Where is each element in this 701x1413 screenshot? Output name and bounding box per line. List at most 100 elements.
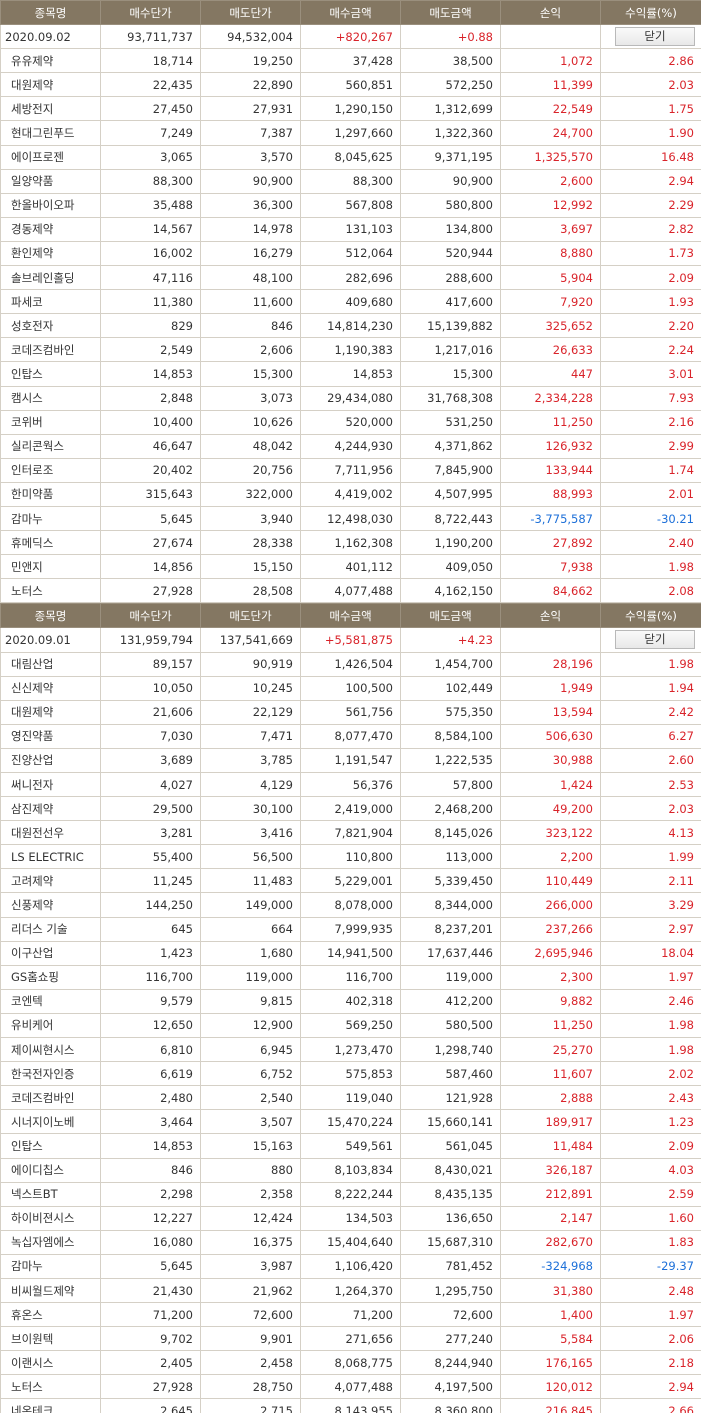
table-row[interactable]: 코위버 10,400 10,626 520,000 531,250 11,250 2.16	[0, 409, 701, 435]
sell-price: 11,600	[200, 289, 301, 315]
table-row[interactable]: 비씨월드제약 21,430 21,962 1,264,370 1,295,750 31,3…	[0, 1277, 701, 1304]
table-row[interactable]: 대원제약 22,435 22,890 560,851 572,250 11,399 2.03	[0, 72, 701, 98]
table-row[interactable]: 유비케어 12,650 12,900 569,250 580,500 11,250 1.98	[0, 1012, 701, 1039]
table-row[interactable]: 네온테크 2,645 2,715 8,143,955 8,360,800 216,845 2…	[0, 1398, 701, 1413]
close-button[interactable]: 닫기	[615, 27, 695, 47]
table-row[interactable]: 경동제약 14,567 14,978 131,103 134,800 3,697 2.82	[0, 216, 701, 242]
table-row[interactable]: 노터스 27,928 28,750 4,077,488 4,197,500 120,012…	[0, 1374, 701, 1400]
table-row[interactable]: 성호전자 829 846 14,814,230 15,139,882 325,652 2.2…	[0, 313, 701, 339]
table-row[interactable]: 제이씨현시스 6,810 6,945 1,273,470 1,298,740 25,270…	[0, 1037, 701, 1063]
column-header: 손익	[500, 0, 601, 26]
table-row[interactable]: 휴온스 71,200 72,600 71,200 72,600 1,400 1.97	[0, 1302, 701, 1328]
stock-name: 녹십자엠에스	[0, 1229, 101, 1255]
profit-loss: 1,424	[500, 771, 601, 798]
sell-amount: 412,200	[400, 988, 501, 1014]
table-row[interactable]: 노터스 27,928 28,508 4,077,488 4,162,150 84,662 2…	[0, 578, 701, 604]
sell-price: 322,000	[200, 481, 301, 507]
table-row[interactable]: 유유제약 18,714 19,250 37,428 38,500 1,072 2.86	[0, 48, 701, 74]
table-row[interactable]: 영진약품 7,030 7,471 8,077,470 8,584,100 506,630 6…	[0, 723, 701, 749]
buy-price: 12,227	[100, 1205, 201, 1231]
table-row[interactable]: 대원전선우 3,281 3,416 7,821,904 8,145,026 323,122…	[0, 820, 701, 846]
stock-name: 휴메딕스	[0, 530, 101, 556]
table-row[interactable]: 감마누 5,645 3,987 1,106,420 781,452 -324,968 -29…	[0, 1253, 701, 1279]
return-rate: 16.48	[600, 144, 701, 170]
table-row[interactable]: 인탑스 14,853 15,300 14,853 15,300 447 3.01	[0, 361, 701, 387]
sell-price: 16,375	[200, 1229, 301, 1255]
sell-amount: 4,507,995	[400, 481, 501, 507]
table-row[interactable]: 녹십자엠에스 16,080 16,375 15,404,640 15,687,310 28…	[0, 1229, 701, 1255]
buy-amount: 1,297,660	[300, 120, 401, 146]
table-row[interactable]: 코데즈컴바인 2,549 2,606 1,190,383 1,217,016 26,633…	[0, 337, 701, 363]
buy-amount: 2,419,000	[300, 796, 401, 822]
table-row[interactable]: 삼진제약 29,500 30,100 2,419,000 2,468,200 49,200…	[0, 796, 701, 822]
table-row[interactable]: 코엔텍 9,579 9,815 402,318 412,200 9,882 2.46	[0, 988, 701, 1014]
profit-loss: 84,662	[500, 578, 601, 604]
table-row[interactable]: 신풍제약 144,250 149,000 8,078,000 8,344,000 266,…	[0, 892, 701, 918]
table-row[interactable]: 파세코 11,380 11,600 409,680 417,600 7,920 1.93	[0, 289, 701, 315]
table-row[interactable]: 에이프로젠 3,065 3,570 8,045,625 9,371,195 1,325,5…	[0, 144, 701, 170]
sell-price: 12,900	[200, 1012, 301, 1039]
table-row[interactable]: 브이원텍 9,702 9,901 271,656 277,240 5,584 2.06	[0, 1326, 701, 1352]
profit-loss: 24,700	[500, 120, 601, 146]
stock-name: 코위버	[0, 409, 101, 435]
buy-price: 116,700	[100, 964, 201, 990]
sell-price: 16,279	[200, 240, 301, 267]
return-rate: 1.98	[600, 554, 701, 580]
sell-amount: 572,250	[400, 72, 501, 98]
buy-amount: 1,106,420	[300, 1253, 401, 1279]
table-row[interactable]: GS홈쇼핑 116,700 119,000 116,700 119,000 2,300 1.…	[0, 964, 701, 990]
table-row[interactable]: 현대그린푸드 7,249 7,387 1,297,660 1,322,360 24,700…	[0, 120, 701, 146]
table-row[interactable]: 감마누 5,645 3,940 12,498,030 8,722,443 -3,775,5…	[0, 505, 701, 532]
close-button[interactable]: 닫기	[615, 630, 695, 650]
buy-amount: 402,318	[300, 988, 401, 1014]
buy-price: 2,848	[100, 385, 201, 411]
sell-amount: 31,768,308	[400, 385, 501, 411]
return-rate: 18.04	[600, 940, 701, 966]
sell-amount: 7,845,900	[400, 457, 501, 483]
buy-amount: 14,814,230	[300, 313, 401, 339]
sell-price: 3,507	[200, 1109, 301, 1135]
table-row[interactable]: 한미약품 315,643 322,000 4,419,002 4,507,995 88,9…	[0, 481, 701, 507]
buy-price: 35,488	[100, 192, 201, 218]
return-rate: 1.73	[600, 240, 701, 267]
buy-price: 7,030	[100, 723, 201, 749]
table-row[interactable]: 코데즈컴바인 2,480 2,540 119,040 121,928 2,888 2.43	[0, 1085, 701, 1111]
table-row[interactable]: 대원제약 21,606 22,129 561,756 575,350 13,594 2.42	[0, 699, 701, 725]
table-row[interactable]: LS ELECTRIC 55,400 56,500 110,800 113,000 2,2…	[0, 844, 701, 870]
stock-name: 써니전자	[0, 771, 101, 798]
table-row[interactable]: 고려제약 11,245 11,483 5,229,001 5,339,450 110,44…	[0, 868, 701, 894]
summary-date: 2020.09.02	[0, 24, 101, 50]
table-row[interactable]: 솔브레인홀딩 47,116 48,100 282,696 288,600 5,904 2.0…	[0, 265, 701, 291]
table-row[interactable]: 휴메딕스 27,674 28,338 1,162,308 1,190,200 27,892…	[0, 530, 701, 556]
table-row[interactable]: 에이디칩스 846 880 8,103,834 8,430,021 326,187 4.03	[0, 1157, 701, 1183]
table-row[interactable]: 이구산업 1,423 1,680 14,941,500 17,637,446 2,695,…	[0, 940, 701, 966]
sell-price: 3,073	[200, 385, 301, 411]
profit-loss: 2,600	[500, 168, 601, 194]
buy-price: 11,245	[100, 868, 201, 894]
profit-loss: 2,200	[500, 844, 601, 870]
sell-amount: 1,222,535	[400, 747, 501, 774]
table-row[interactable]: 한국전자인증 6,619 6,752 575,853 587,460 11,607 2.02	[0, 1061, 701, 1087]
table-row[interactable]: 진양산업 3,689 3,785 1,191,547 1,222,535 30,988 2.…	[0, 747, 701, 774]
table-row[interactable]: 실리콘웍스 46,647 48,042 4,244,930 4,371,862 126,9…	[0, 433, 701, 459]
table-row[interactable]: 이랜시스 2,405 2,458 8,068,775 8,244,940 176,165 2…	[0, 1350, 701, 1376]
table-row[interactable]: 신신제약 10,050 10,245 100,500 102,449 1,949 1.94	[0, 675, 701, 701]
stock-name: 캠시스	[0, 385, 101, 411]
table-row[interactable]: 시너지이노베 3,464 3,507 15,470,224 15,660,141 189,…	[0, 1109, 701, 1135]
profit-loss: 189,917	[500, 1109, 601, 1135]
table-row[interactable]: 캠시스 2,848 3,073 29,434,080 31,768,308 2,334,2…	[0, 385, 701, 411]
table-row[interactable]: 리더스 기술 645 664 7,999,935 8,237,201 237,266 2.9…	[0, 916, 701, 942]
table-row[interactable]: 일양약품 88,300 90,900 88,300 90,900 2,600 2.94	[0, 168, 701, 194]
table-row[interactable]: 환인제약 16,002 16,279 512,064 520,944 8,880 1.73	[0, 240, 701, 267]
table-row[interactable]: 세방전지 27,450 27,931 1,290,150 1,312,699 22,549…	[0, 96, 701, 122]
table-row[interactable]: 넥스트BT 2,298 2,358 8,222,244 8,435,135 212,891…	[0, 1181, 701, 1207]
table-row[interactable]: 대림산업 89,157 90,919 1,426,504 1,454,700 28,196…	[0, 651, 701, 677]
table-row[interactable]: 인탑스 14,853 15,163 549,561 561,045 11,484 2.09	[0, 1133, 701, 1159]
table-row[interactable]: 하이비젼시스 12,227 12,424 134,503 136,650 2,147 1.6…	[0, 1205, 701, 1231]
profit-loss: 212,891	[500, 1181, 601, 1207]
table-row[interactable]: 인터로조 20,402 20,756 7,711,956 7,845,900 133,94…	[0, 457, 701, 483]
table-row[interactable]: 써니전자 4,027 4,129 56,376 57,800 1,424 2.53	[0, 771, 701, 798]
buy-amount: 4,077,488	[300, 578, 401, 604]
table-row[interactable]: 민앤지 14,856 15,150 401,112 409,050 7,938 1.98	[0, 554, 701, 580]
table-row[interactable]: 한올바이오파 35,488 36,300 567,808 580,800 12,992 2.…	[0, 192, 701, 218]
